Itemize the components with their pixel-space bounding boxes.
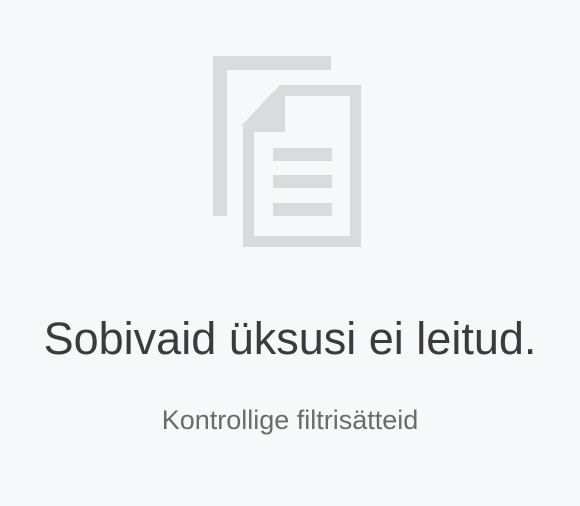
empty-state: Sobivaid üksusi ei leitud. Kontrollige f… bbox=[0, 0, 580, 506]
empty-state-subtitle: Kontrollige filtrisätteid bbox=[161, 405, 419, 435]
documents-icon bbox=[213, 56, 361, 247]
empty-state-title: Sobivaid üksusi ei leitud. bbox=[43, 313, 537, 364]
